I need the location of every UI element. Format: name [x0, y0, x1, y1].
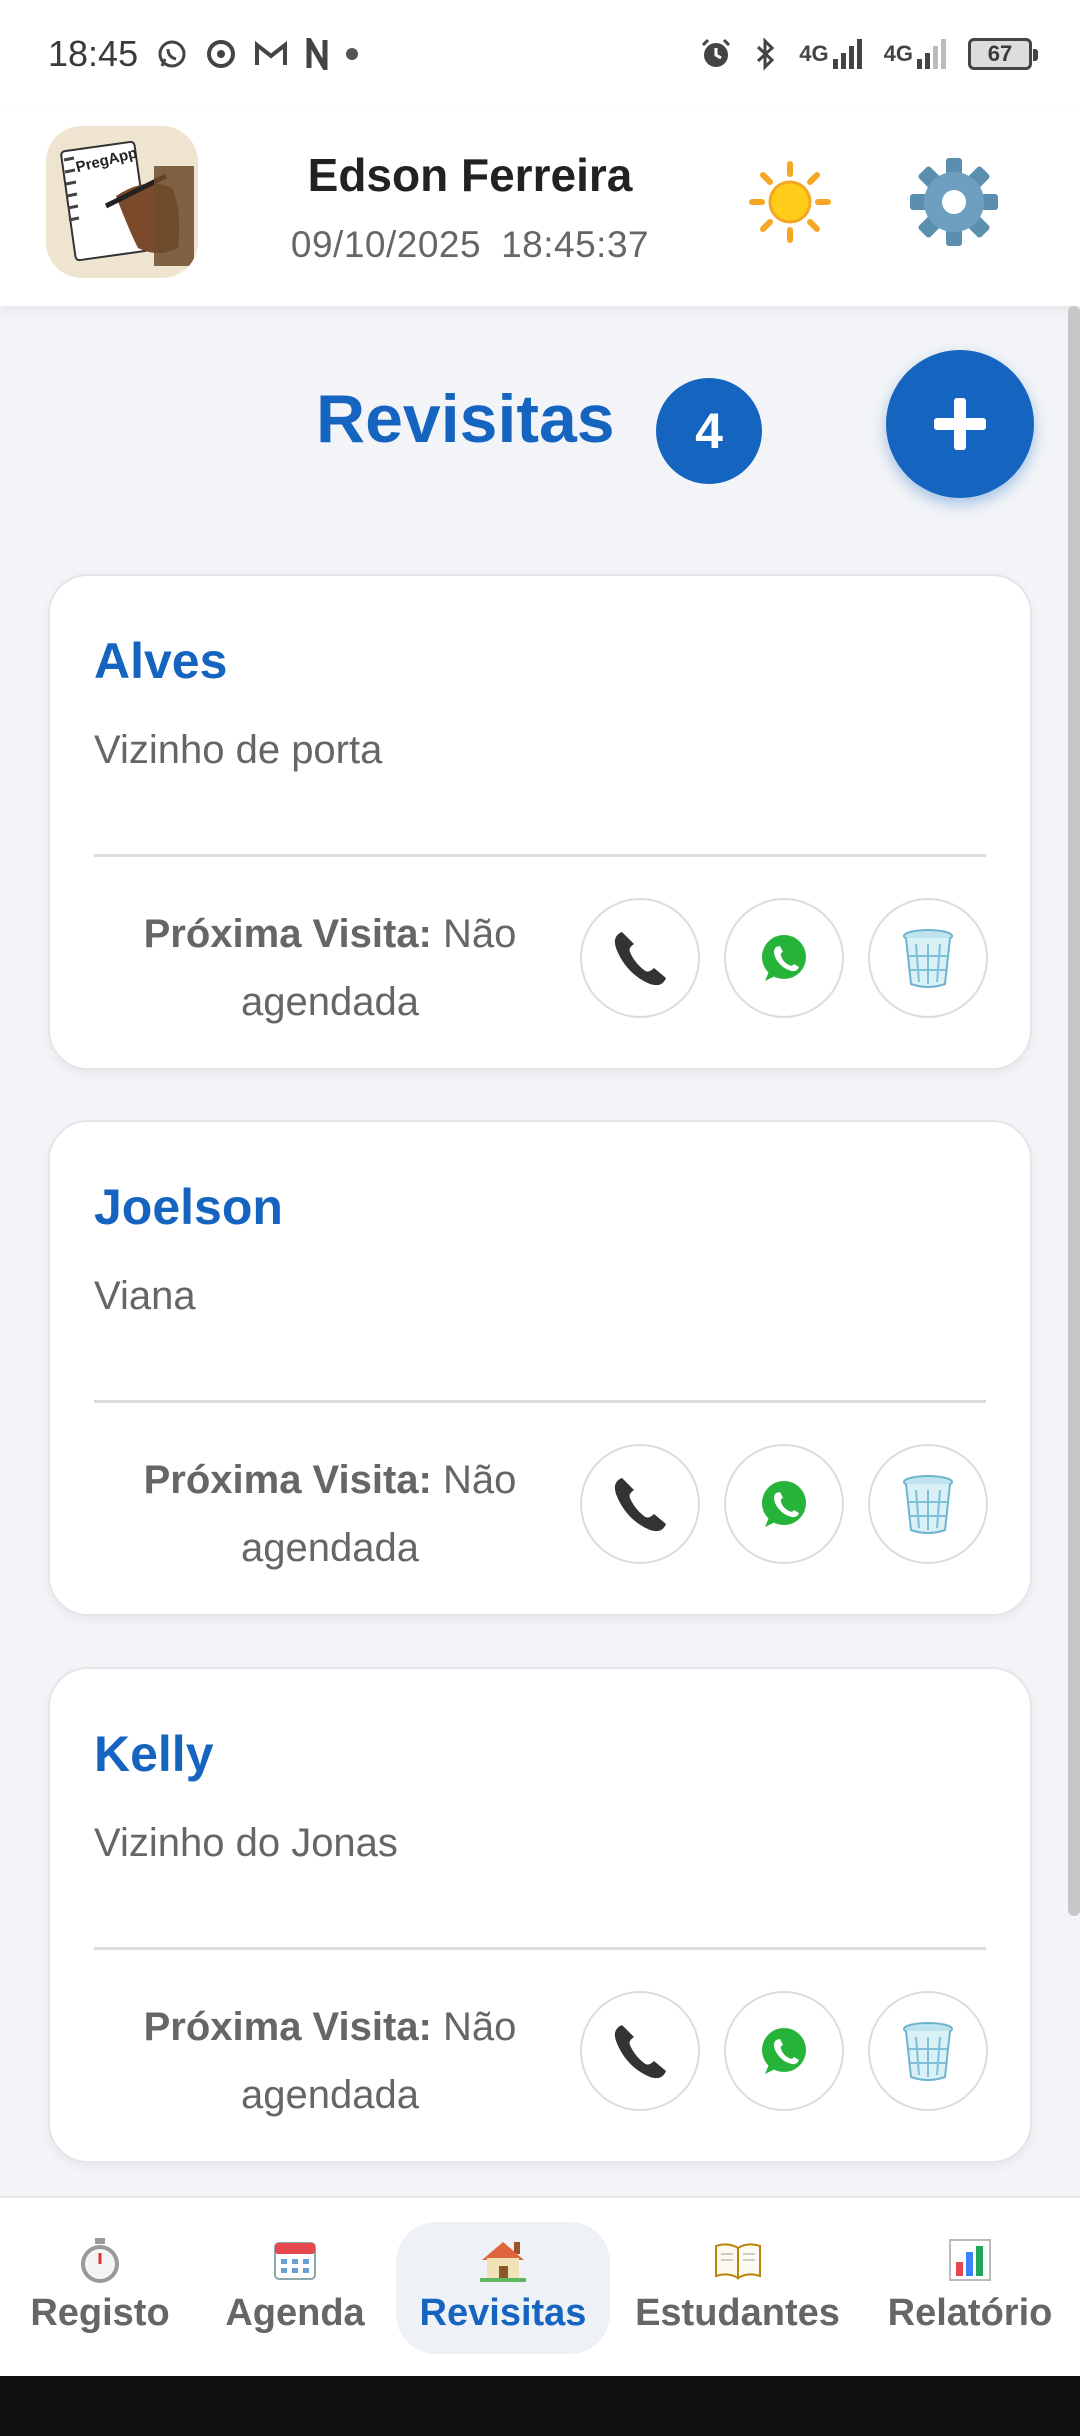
delete-button[interactable] — [868, 1444, 988, 1564]
revisit-name: Joelson — [94, 1179, 283, 1235]
nav-item-revisitas[interactable]: Revisitas — [396, 2222, 610, 2354]
nav-label: Estudantes — [635, 2292, 840, 2334]
call-button[interactable] — [580, 1991, 700, 2111]
next-visit-text: Próxima Visita: Não agendada — [120, 1446, 540, 1582]
bottom-nav: Registo Agenda Revisitas Estudantes Rela… — [0, 2196, 1080, 2376]
signal-1-icon: 4G — [799, 39, 862, 69]
app-logo: PregApp — [46, 126, 198, 278]
call-button[interactable] — [580, 898, 700, 1018]
next-visit-label: Próxima Visita: — [143, 1458, 432, 1502]
phone-icon — [614, 1478, 666, 1532]
trash-icon — [903, 929, 953, 988]
whatsapp-icon — [762, 1481, 806, 1527]
battery-level: 67 — [987, 41, 1013, 66]
sun-icon — [749, 161, 831, 243]
bluetooth-icon — [755, 37, 777, 71]
network-type-1: 4G — [799, 41, 829, 66]
nav-label: Registo — [30, 2292, 170, 2334]
app-header: PregApp Edson Ferreira 09/10/2025 18:45:3… — [0, 108, 1080, 306]
revisit-count-badge: 4 — [656, 378, 762, 484]
scrollbar[interactable] — [1068, 306, 1080, 1916]
settings-button[interactable] — [906, 154, 1002, 250]
nav-item-relatorio[interactable]: Relatório — [870, 2222, 1070, 2354]
whatsapp-icon — [762, 935, 806, 981]
whatsapp-button[interactable] — [724, 1991, 844, 2111]
gmail-notification-icon — [254, 40, 288, 68]
revisit-note: Vizinho do Jonas — [94, 1821, 398, 1865]
nav-item-estudantes[interactable]: Estudantes — [630, 2222, 845, 2354]
network-type-2: 4G — [883, 41, 913, 66]
chrome-notification-icon — [206, 39, 236, 69]
nav-label: Agenda — [225, 2292, 365, 2334]
revisit-name: Alves — [94, 633, 228, 689]
status-time: 18:45 — [48, 33, 139, 74]
book-icon — [714, 2232, 762, 2288]
card-divider — [94, 854, 986, 857]
delete-button[interactable] — [868, 1991, 988, 2111]
card-divider — [94, 1400, 986, 1403]
theme-toggle-button[interactable] — [748, 160, 832, 244]
system-navigation-bar — [0, 2376, 1080, 2436]
card-divider — [94, 1947, 986, 1950]
revisit-card[interactable]: Kelly Vizinho do Jonas Próxima Visita: N… — [48, 1667, 1032, 2163]
battery-icon: 67 — [968, 38, 1038, 70]
phone-icon — [614, 2025, 666, 2079]
add-revisit-button[interactable] — [886, 350, 1034, 498]
delete-button[interactable] — [868, 898, 988, 1018]
nav-label: Revisitas — [419, 2292, 587, 2334]
revisit-card[interactable]: Alves Vizinho de porta Próxima Visita: N… — [48, 574, 1032, 1070]
revisit-name: Kelly — [94, 1726, 214, 1782]
whatsapp-icon — [762, 2028, 806, 2074]
revisit-note: Vizinho de porta — [94, 728, 383, 772]
next-visit-text: Próxima Visita: Não agendada — [120, 1993, 540, 2129]
revisit-card[interactable]: Joelson Viana Próxima Visita: Não agenda… — [48, 1120, 1032, 1616]
page-title: Revisitas — [316, 381, 615, 457]
next-visit-label: Próxima Visita: — [143, 2005, 432, 2049]
header-time: 18:45:37 — [501, 224, 650, 265]
trash-icon — [903, 1475, 953, 1534]
alarm-icon — [699, 37, 733, 71]
more-notifications-icon — [346, 48, 359, 60]
trash-icon — [903, 2022, 953, 2081]
phone-icon — [614, 932, 666, 986]
bar-chart-icon — [948, 2232, 992, 2288]
stopwatch-icon — [78, 2232, 122, 2288]
next-visit-text: Próxima Visita: Não agendada — [120, 900, 540, 1036]
user-name: Edson Ferreira — [307, 149, 633, 201]
whatsapp-button[interactable] — [724, 1444, 844, 1564]
house-icon — [480, 2232, 526, 2288]
netflix-notification-icon — [306, 38, 328, 70]
nav-item-agenda[interactable]: Agenda — [210, 2222, 380, 2354]
call-button[interactable] — [580, 1444, 700, 1564]
next-visit-label: Próxima Visita: — [143, 912, 432, 956]
header-date: 09/10/2025 — [290, 224, 482, 265]
whatsapp-notification-icon — [156, 38, 188, 70]
whatsapp-button[interactable] — [724, 898, 844, 1018]
gear-icon — [910, 158, 998, 246]
signal-2-icon: 4G — [884, 39, 946, 69]
header-datetime: 09/10/2025 18:45:37 — [260, 224, 680, 266]
status-bar: 18:45 4G 4G 67 — [0, 0, 1080, 108]
revisit-note: Viana — [94, 1274, 196, 1318]
nav-item-registo[interactable]: Registo — [20, 2222, 180, 2354]
calendar-icon — [272, 2232, 318, 2288]
nav-label: Relatório — [887, 2292, 1053, 2334]
plus-icon — [934, 398, 986, 450]
